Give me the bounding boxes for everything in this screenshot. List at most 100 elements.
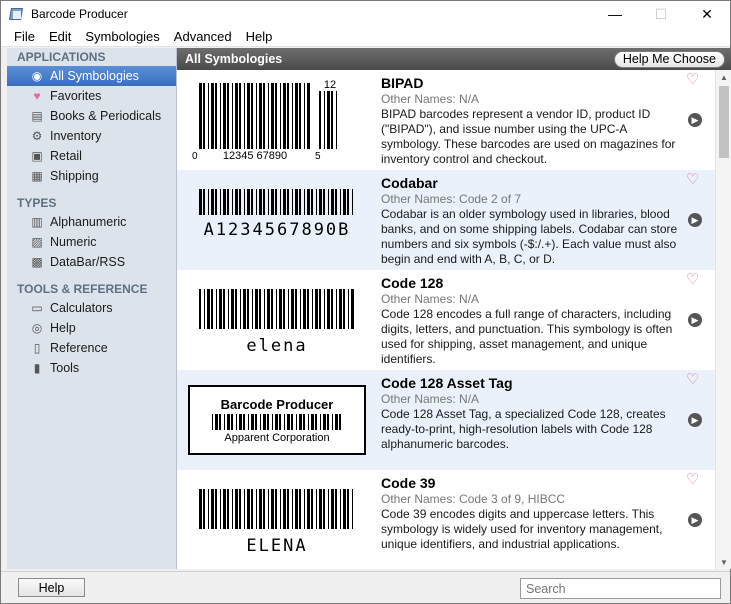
barcode-thumbnail: A1234567890B [177, 170, 377, 270]
sidebar-item-reference[interactable]: ▯ Reference [7, 338, 176, 358]
barcode-bar [208, 189, 209, 215]
footer: Help [1, 571, 730, 603]
scroll-thumb[interactable] [719, 86, 729, 158]
barcode-bar [203, 83, 205, 149]
barcode-bar [223, 83, 226, 149]
barcode-bar [255, 413, 257, 430]
symbology-info: Code 128 Other Names: N/A Code 128 encodes… [381, 274, 681, 367]
minimize-button[interactable]: — [592, 1, 638, 27]
sidebar-item-calculators[interactable]: ▭ Calculators [7, 298, 176, 318]
sidebar-item-favorites[interactable]: ♥ Favorites [7, 86, 176, 106]
barcode-bar [328, 489, 329, 529]
sidebar-item-shipping[interactable]: ▦ Shipping [7, 166, 176, 186]
barcode-bar [291, 413, 293, 430]
details-arrow-icon[interactable]: ▶ [688, 113, 702, 127]
symbology-other-names: Other Names: N/A [381, 292, 480, 306]
close-button[interactable]: ✕ [684, 1, 730, 27]
barcode-bar [307, 189, 310, 215]
symbology-info: Code 39 Other Names: Code 3 of 9, HIBCC Co… [381, 474, 681, 552]
sidebar-item-inventory[interactable]: ⚙ Inventory [7, 126, 176, 146]
barcode-bar [236, 413, 237, 430]
barcode-bar [239, 413, 242, 430]
barcode-bar [260, 413, 261, 430]
barcode-bar [239, 489, 241, 529]
all-symbologies-icon: ◉ [31, 69, 43, 83]
barcode-bar [315, 413, 317, 430]
scroll-down-icon[interactable]: ▼ [716, 555, 731, 569]
details-arrow-icon[interactable]: ▶ [688, 313, 702, 327]
barcode-bar [215, 83, 217, 149]
scrollbar[interactable]: ▲ ▼ [715, 70, 731, 569]
barcode-bar [232, 489, 233, 529]
search-input[interactable] [520, 578, 721, 599]
favorite-heart-icon[interactable]: ♡ [686, 172, 699, 188]
favorite-heart-icon[interactable]: ♡ [686, 272, 699, 288]
barcode-bar [251, 83, 253, 149]
window-controls: — ☐ ✕ [592, 1, 730, 27]
sidebar-item-databar-rss[interactable]: ▩ DataBar/RSS [7, 252, 176, 272]
barcode-bar [316, 489, 317, 529]
sidebar-item-tools[interactable]: ▮ Tools [7, 358, 176, 378]
favorites-icon: ♥ [33, 89, 41, 103]
menu-edit[interactable]: Edit [42, 29, 78, 44]
barcode-bar [268, 189, 269, 215]
sidebar-item-help[interactable]: ◎ Help [7, 318, 176, 338]
barcode-bar [287, 189, 289, 215]
barcode-bar [323, 189, 325, 215]
symbology-info: BIPAD Other Names: N/A BIPAD barcodes repr… [381, 74, 681, 167]
barcode-bar [271, 189, 274, 215]
barcode-caption: A1234567890B [204, 220, 351, 240]
sidebar-item-books-periodicals[interactable]: ▤ Books & Periodicals [7, 106, 176, 126]
menu-advanced[interactable]: Advanced [167, 29, 239, 44]
barcode-bar [295, 289, 297, 329]
sidebar-item-label: Favorites [50, 89, 102, 103]
barcode-bar [287, 413, 290, 430]
barcode-bar [299, 83, 301, 149]
sidebar-item-label: Shipping [50, 169, 99, 183]
sidebar-item-alphanumeric[interactable]: ▥ Alphanumeric [7, 212, 176, 232]
list-item-codabar[interactable]: A1234567890B Codabar Other Names: Code 2 o… [177, 170, 715, 270]
list-item-bipad[interactable]: 0 12345 67890 5 12 BIPAD Other Names: N/A BIPA… [177, 70, 715, 170]
list-item-code-128-asset-tag[interactable]: Barcode Producer Apparent Corporation Code… [177, 370, 715, 470]
list-item-code-128[interactable]: elena Code 128 Other Names: N/A Code 128 en… [177, 270, 715, 370]
symbology-other-names: Other Names: Code 3 of 9, HIBCC [381, 492, 566, 506]
barcode-bar [227, 489, 229, 529]
details-arrow-icon[interactable]: ▶ [688, 213, 702, 227]
barcode-bar [332, 413, 333, 430]
menu-file[interactable]: File [7, 29, 42, 44]
databar-rss-icon: ▩ [31, 255, 43, 269]
barcode-bar [324, 289, 325, 329]
details-arrow-icon[interactable]: ▶ [688, 513, 702, 527]
menu-help[interactable]: Help [239, 29, 280, 44]
shipping-icon: ▦ [31, 169, 43, 183]
sidebar-item-all-symbologies[interactable]: ◉ All Symbologies [7, 66, 176, 86]
menu-symbologies[interactable]: Symbologies [78, 29, 166, 44]
alphanumeric-icon: ▥ [31, 215, 43, 229]
barcode-bar [248, 413, 249, 430]
sidebar: APPLICATIONS ◉ All Symbologies ♥ Favorites ▤ B… [7, 48, 177, 569]
barcode-bar [292, 189, 293, 215]
barcode-bar [263, 489, 265, 529]
help-button[interactable]: Help [18, 578, 85, 597]
barcode-bar [304, 189, 305, 215]
symbology-description: BIPAD barcodes represent a vendor ID, pr… [381, 107, 676, 166]
favorite-heart-icon[interactable]: ♡ [686, 472, 699, 488]
help-me-choose-button[interactable]: Help Me Choose [613, 50, 725, 68]
addon-bar [324, 91, 325, 149]
barcode-bar [203, 489, 205, 529]
sidebar-item-numeric[interactable]: ▨ Numeric [7, 232, 176, 252]
maximize-button[interactable]: ☐ [638, 1, 684, 27]
list-item-code-39[interactable]: ELENA Code 39 Other Names: Code 3 of 9, HI… [177, 470, 715, 569]
favorite-heart-icon[interactable]: ♡ [686, 72, 699, 88]
barcode-bar [315, 289, 318, 329]
section-title-applications: APPLICATIONS [17, 50, 106, 64]
favorite-heart-icon[interactable]: ♡ [686, 372, 699, 388]
numeric-icon: ▨ [31, 235, 43, 249]
scroll-up-icon[interactable]: ▲ [716, 70, 731, 84]
sidebar-item-retail[interactable]: ▣ Retail [7, 146, 176, 166]
symbology-description: Codabar is an older symbology used in li… [381, 207, 678, 266]
details-arrow-icon[interactable]: ▶ [688, 413, 702, 427]
barcode-bar [308, 413, 309, 430]
symbology-name: Code 128 Asset Tag [381, 375, 513, 391]
